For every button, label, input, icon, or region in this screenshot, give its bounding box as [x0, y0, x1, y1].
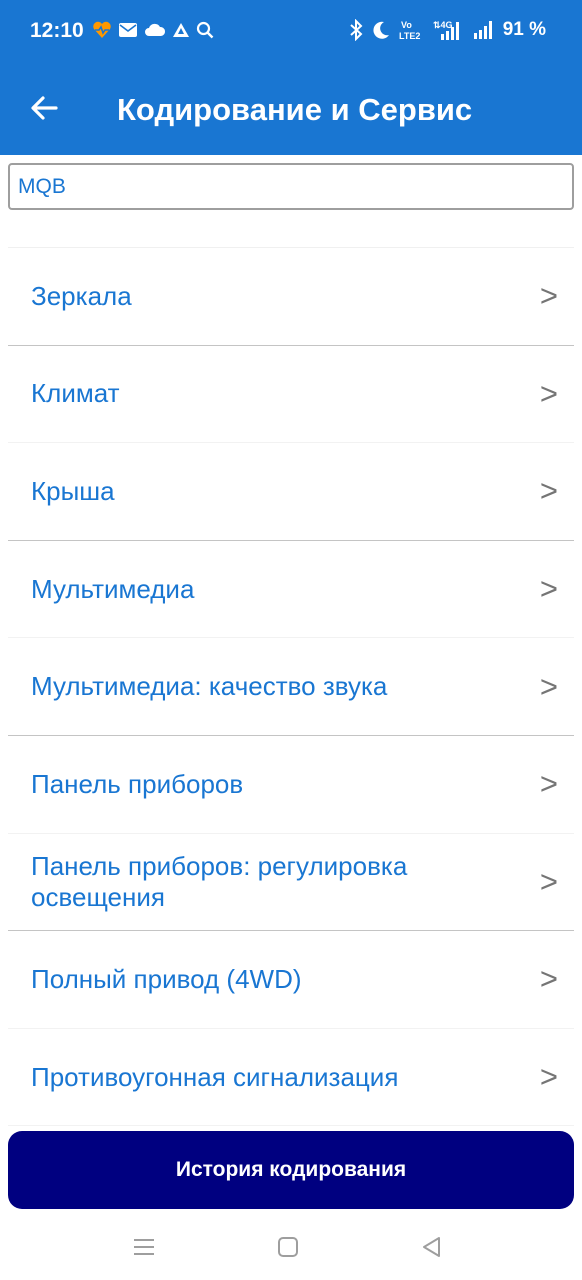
list-item-roof[interactable]: Крыша >	[8, 443, 574, 541]
arrow-left-icon	[31, 96, 58, 120]
signal-4g-icon: ⇅4G	[433, 20, 459, 40]
chevron-right-icon: >	[539, 1059, 558, 1095]
chevron-right-icon: >	[539, 571, 558, 607]
list-item-label: Климат	[31, 378, 120, 409]
list-item-4wd[interactable]: Полный привод (4WD) >	[8, 931, 574, 1029]
list-item-label: Мультимедиа	[31, 573, 195, 604]
cloud-icon	[145, 23, 166, 36]
coding-history-button[interactable]: История кодирования	[8, 1131, 574, 1209]
svg-text:Vo: Vo	[401, 20, 412, 30]
category-list: Зеркала > Климат > Крыша > Мультимедиа >…	[8, 247, 574, 1127]
notification-icons	[92, 21, 214, 39]
back-button[interactable]	[22, 86, 66, 130]
search-icon	[196, 21, 214, 39]
menu-icon[interactable]	[129, 1232, 159, 1262]
list-item-instrument-lighting[interactable]: Панель приборов: регулировка освещения >	[8, 834, 574, 932]
list-item-multimedia[interactable]: Мультимедиа >	[8, 541, 574, 639]
app-bar: Кодирование и Сервис	[0, 64, 582, 155]
list-item-label: Панель приборов: регулировка освещения	[31, 850, 408, 912]
chevron-right-icon: >	[539, 473, 558, 509]
volte-icon: Vo LTE2	[399, 20, 420, 41]
page-title: Кодирование и Сервис	[117, 92, 473, 127]
heart-pulse-icon	[93, 21, 111, 38]
chevron-right-icon: >	[539, 375, 558, 411]
list-item-climate[interactable]: Климат >	[8, 346, 574, 444]
signal-icon	[473, 21, 492, 39]
chevron-right-icon: >	[539, 863, 558, 899]
list-item-label: Панель приборов	[31, 768, 244, 799]
search-input[interactable]	[8, 163, 574, 210]
list-item-multimedia-sound[interactable]: Мультимедиа: качество звука >	[8, 638, 574, 736]
status-right: Vo LTE2 ⇅4G 91 %	[349, 19, 546, 41]
battery-percentage: 91 %	[502, 19, 546, 40]
list-item-label: Крыша	[31, 475, 115, 506]
home-icon[interactable]	[273, 1232, 303, 1262]
list-item-label: Противоугонная сигнализация	[31, 1061, 399, 1092]
chevron-right-icon: >	[539, 668, 558, 704]
list-item-label: Зеркала	[31, 280, 132, 311]
svg-text:LTE2: LTE2	[399, 31, 420, 41]
list-item-instrument-panel[interactable]: Панель приборов >	[8, 736, 574, 834]
list-item-label: Полный привод (4WD)	[31, 963, 302, 994]
list-item-alarm[interactable]: Противоугонная сигнализация >	[8, 1029, 574, 1127]
bluetooth-icon	[350, 19, 363, 41]
moon-icon	[373, 21, 389, 39]
mail-icon	[119, 23, 137, 37]
chevron-right-icon: >	[539, 961, 558, 997]
status-bar: 12:10 Vo LTE2 ⇅4G 91 %	[0, 0, 582, 64]
back-triangle-icon[interactable]	[417, 1232, 447, 1262]
list-item-mirrors[interactable]: Зеркала >	[8, 248, 574, 346]
status-time: 12:10	[30, 19, 84, 42]
chevron-right-icon: >	[539, 766, 558, 802]
list-item-label: Мультимедиа: качество звука	[31, 671, 388, 702]
chevron-right-icon: >	[539, 278, 558, 314]
system-nav-bar	[0, 1212, 582, 1280]
svg-text:⇅4G: ⇅4G	[433, 20, 453, 30]
a-triangle-icon	[173, 23, 189, 37]
